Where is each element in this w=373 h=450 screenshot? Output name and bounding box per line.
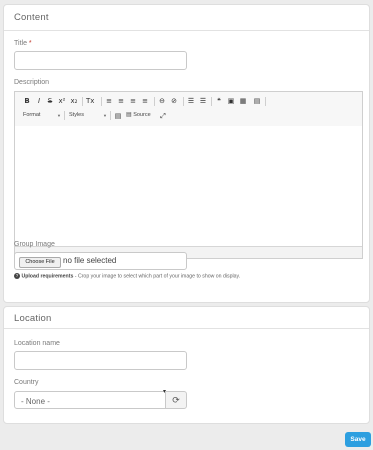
location-name-input[interactable]: [14, 351, 187, 370]
numbered-list-icon[interactable]: ☰: [199, 97, 207, 105]
title-input[interactable]: [14, 51, 187, 70]
paste-icon[interactable]: ▤: [114, 112, 122, 120]
horizontal-rule-icon[interactable]: ▤: [253, 97, 261, 105]
superscript-icon[interactable]: x²: [58, 97, 66, 105]
format-dropdown[interactable]: Format ▼: [23, 111, 61, 120]
content-heading: Content: [4, 5, 369, 31]
location-name-label: Location name: [14, 340, 60, 347]
toolbar-separator: [82, 97, 83, 106]
toolbar-separator: [154, 97, 155, 106]
title-label: Title *: [14, 40, 32, 47]
align-right-icon[interactable]: ≡: [129, 97, 137, 105]
toolbar-separator: [265, 97, 266, 106]
save-button[interactable]: Save: [345, 432, 371, 447]
table-icon[interactable]: ▦: [239, 97, 247, 105]
country-select[interactable]: - None - ▾: [14, 389, 166, 409]
justify-icon[interactable]: ≡: [141, 97, 149, 105]
blockquote-icon[interactable]: ❝: [215, 97, 223, 105]
bold-icon[interactable]: B: [23, 97, 31, 105]
source-button[interactable]: ▤ Source: [126, 111, 151, 120]
file-input[interactable]: Choose File no file selected: [14, 252, 187, 270]
subscript-icon[interactable]: x₂: [70, 97, 78, 105]
maximize-icon[interactable]: ⤢: [159, 112, 167, 120]
unlink-icon[interactable]: ⊘: [170, 97, 178, 105]
content-panel: Content Title * Description B I Sx² x₂ Tx ≡ ≡ ≡…: [3, 4, 370, 303]
location-heading: Location: [4, 307, 369, 329]
italic-icon[interactable]: I: [35, 97, 43, 105]
help-icon: ?: [14, 273, 20, 279]
align-center-icon[interactable]: ≡: [117, 97, 125, 105]
file-status-text: no file selected: [63, 256, 117, 265]
country-label: Country: [14, 379, 39, 386]
toolbar-separator: [183, 97, 184, 106]
refresh-icon: ⟳: [172, 395, 180, 405]
description-label: Description: [14, 79, 50, 86]
bulleted-list-icon[interactable]: ☰: [187, 97, 195, 105]
group-image-label: Group Image: [14, 241, 55, 248]
toolbar-separator: [211, 97, 212, 106]
link-icon[interactable]: ⊖: [158, 97, 166, 105]
location-panel: Location Location name Country - None - …: [3, 306, 370, 424]
refresh-button[interactable]: ⟳: [165, 391, 187, 409]
choose-file-button[interactable]: Choose File: [19, 257, 61, 268]
strikethrough-icon[interactable]: S: [46, 97, 54, 105]
remove-format-icon[interactable]: Tx: [86, 97, 94, 105]
editor-body[interactable]: [15, 126, 362, 220]
styles-dropdown[interactable]: Styles ▼: [69, 111, 107, 120]
image-icon[interactable]: ▣: [227, 97, 235, 105]
align-left-icon[interactable]: ≡: [105, 97, 113, 105]
upload-help: ? Upload requirements - Crop your image …: [14, 273, 241, 280]
rich-text-editor: B I Sx² x₂ Tx ≡ ≡ ≡ ≡ ⊖ ⊘ ☰ ☰ ❝ ▣ ▦ ▤ Format ▼ Styles ▼ ▤ …: [14, 91, 363, 259]
editor-toolbar: B I Sx² x₂ Tx ≡ ≡ ≡ ≡ ⊖ ⊘ ☰ ☰ ❝ ▣ ▦ ▤ Format ▼ Styles ▼ ▤ …: [15, 92, 362, 127]
toolbar-separator: [101, 97, 102, 106]
